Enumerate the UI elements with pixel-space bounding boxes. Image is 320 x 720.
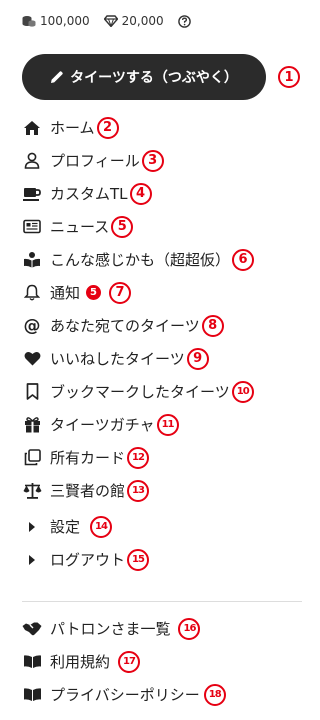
annotation-marker: 2 xyxy=(96,116,119,139)
annotation-marker: 10 xyxy=(231,380,254,403)
gift-icon xyxy=(22,415,42,435)
coin-amount: 100,000 xyxy=(40,14,90,28)
heart-icon xyxy=(22,349,42,369)
menu-item-label: いいねしたタイーツ xyxy=(50,350,185,368)
menu-item-home[interactable]: ホーム 2 xyxy=(22,111,302,144)
annotation-marker: 17 xyxy=(118,650,141,673)
coins-icon xyxy=(22,16,36,27)
handshake-icon xyxy=(22,619,42,639)
open-book-icon xyxy=(22,685,42,705)
menu-divider xyxy=(22,601,302,602)
gem-balance: 20,000 xyxy=(103,14,164,28)
menu-item-label: 設定 xyxy=(50,518,81,536)
menu-item-suggestions[interactable]: こんな感じかも（超超仮） 6 xyxy=(22,243,302,276)
post-button-label: タイーツする（つぶやく） xyxy=(70,70,238,86)
annotation-marker: 14 xyxy=(90,515,113,538)
annotation-marker: 3 xyxy=(141,149,164,172)
menu-item-label: カスタムTL xyxy=(50,185,128,203)
annotation-marker: 9 xyxy=(186,347,209,370)
reader-book-icon xyxy=(22,250,42,270)
annotation-marker: 4 xyxy=(129,182,152,205)
annotation-marker: 11 xyxy=(156,413,179,436)
caret-right-icon xyxy=(22,554,42,565)
open-book-icon xyxy=(22,652,42,672)
scales-icon xyxy=(22,481,42,501)
annotation-marker: 6 xyxy=(232,248,255,271)
menu-item-label: プライバシーポリシー xyxy=(50,686,200,704)
menu-item-label: ログアウト xyxy=(50,551,126,569)
annotation-marker: 16 xyxy=(178,617,201,640)
wallet-bar: 100,000 20,000 xyxy=(22,14,195,28)
menu-item-label: ホーム xyxy=(50,119,95,137)
bookmark-icon xyxy=(22,382,42,402)
annotation-marker: 15 xyxy=(127,548,150,571)
post-tweet-button[interactable]: タイーツする（つぶやく） xyxy=(22,54,266,100)
notification-count-badge: 5 xyxy=(86,285,102,300)
caret-right-icon xyxy=(22,521,42,532)
menu-item-label: パトロンさま一覧 xyxy=(50,620,171,638)
coffee-mug-icon xyxy=(22,184,42,204)
menu-item-news[interactable]: ニュース 5 xyxy=(22,210,302,243)
menu-item-label: 三賢者の館 xyxy=(50,482,126,500)
menu-item-logout[interactable]: ログアウト 15 xyxy=(22,543,302,576)
menu-item-label: こんな感じかも（超超仮） xyxy=(50,251,231,269)
annotation-marker: 5 xyxy=(111,215,134,238)
annotation-marker: 13 xyxy=(127,479,150,502)
bell-icon xyxy=(22,283,42,303)
coin-balance: 100,000 xyxy=(22,14,90,28)
menu-item-label: ニュース xyxy=(50,218,110,236)
annotation-marker-1: 1 xyxy=(278,66,300,88)
menu-item-label: タイーツガチャ xyxy=(50,416,155,434)
menu-item-mentions[interactable]: @ あなた宛てのタイーツ 8 xyxy=(22,309,302,342)
menu-item-label: プロフィール xyxy=(50,152,140,170)
menu-item-three-sages[interactable]: 三賢者の館 13 xyxy=(22,474,302,507)
menu-item-label: 利用規約 xyxy=(50,653,111,671)
cards-icon xyxy=(22,448,42,468)
menu-item-settings[interactable]: 設定 14 xyxy=(22,510,302,543)
menu-item-label: あなた宛てのタイーツ xyxy=(50,317,200,335)
gem-amount: 20,000 xyxy=(121,14,164,28)
menu-item-label: ブックマークしたタイーツ xyxy=(50,383,230,401)
menu-item-gacha[interactable]: タイーツガチャ 11 xyxy=(22,408,302,441)
annotation-marker: 18 xyxy=(203,683,226,706)
help-icon[interactable] xyxy=(177,14,191,28)
menu-item-likes[interactable]: いいねしたタイーツ 9 xyxy=(22,342,302,375)
home-icon xyxy=(22,118,42,138)
menu-item-patrons[interactable]: パトロンさま一覧 16 xyxy=(22,612,302,645)
menu-item-label: 通知 xyxy=(50,284,81,302)
sidebar-menu: ホーム 2 プロフィール 3 カスタムTL 4 ニュース 5 こんな感じかも（超… xyxy=(22,111,302,576)
menu-item-privacy-policy[interactable]: プライバシーポリシー 18 xyxy=(22,678,302,711)
pencil-icon xyxy=(51,71,63,83)
menu-item-notifications[interactable]: 通知 5 7 xyxy=(22,276,302,309)
annotation-marker: 12 xyxy=(127,446,150,469)
at-sign-icon: @ xyxy=(23,315,41,336)
annotation-marker: 7 xyxy=(109,281,132,304)
user-icon xyxy=(22,151,42,171)
menu-item-profile[interactable]: プロフィール 3 xyxy=(22,144,302,177)
newspaper-icon xyxy=(22,217,42,237)
menu-item-owned-cards[interactable]: 所有カード 12 xyxy=(22,441,302,474)
menu-item-label: 所有カード xyxy=(50,449,126,467)
menu-item-custom-tl[interactable]: カスタムTL 4 xyxy=(22,177,302,210)
footer-links: パトロンさま一覧 16 利用規約 17 プライバシーポリシー 18 xyxy=(22,612,302,711)
menu-item-terms[interactable]: 利用規約 17 xyxy=(22,645,302,678)
annotation-marker: 8 xyxy=(201,314,224,337)
diamond-icon xyxy=(103,15,118,27)
menu-item-bookmarks[interactable]: ブックマークしたタイーツ 10 xyxy=(22,375,302,408)
